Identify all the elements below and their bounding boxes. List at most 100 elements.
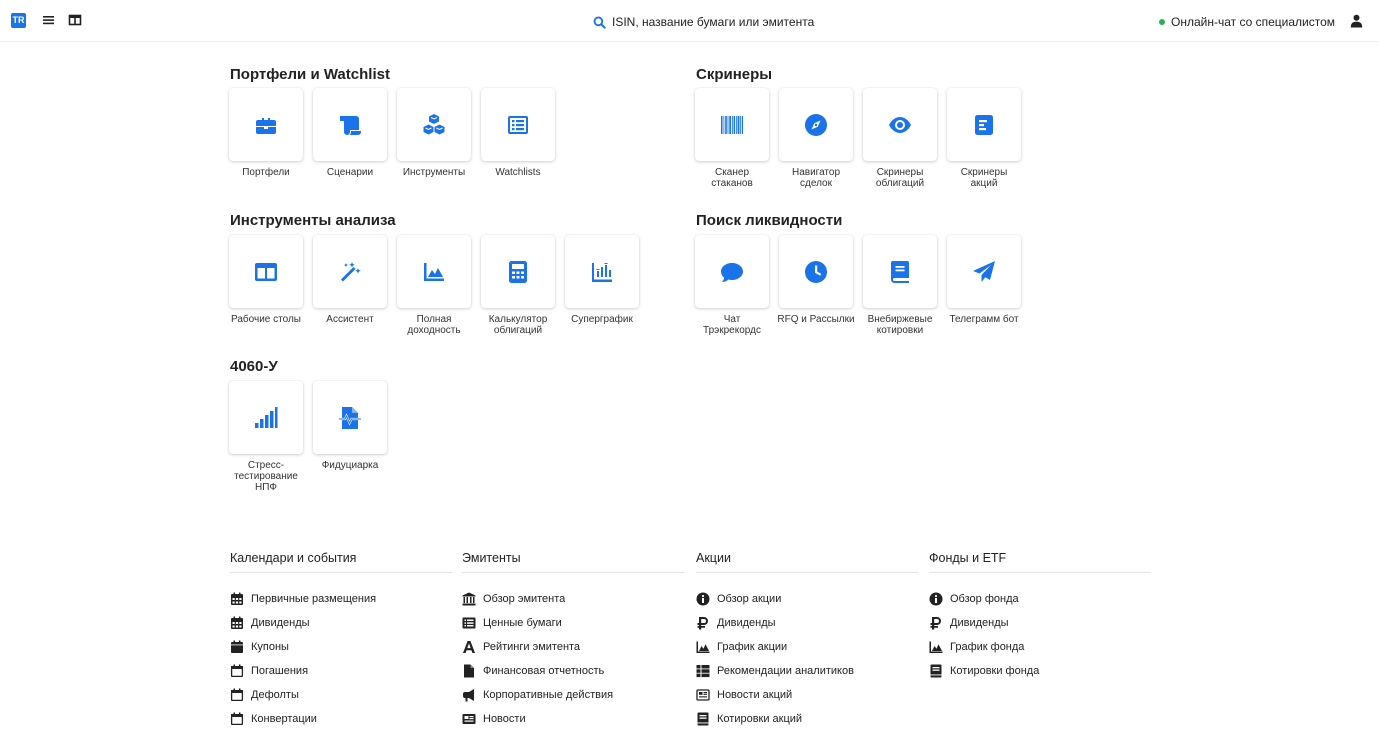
link-news[interactable]: Новости [462,707,684,729]
tile-portfolios[interactable]: Портфели [224,88,308,178]
tile-trackrecords-chat-box[interactable] [695,235,769,308]
book-icon [696,712,710,726]
tile-assistant-box[interactable] [313,235,387,308]
link-label: Рейтинги эмитента [483,641,581,653]
tile-telegram-bot[interactable]: Телеграмм бот [942,235,1026,325]
link-stock-quotes[interactable]: Котировки акций [696,707,918,729]
link-label: Дивиденды [950,617,1009,629]
tile-instruments-box[interactable] [397,88,471,161]
link-label: Новости [483,713,526,725]
tile-stress-testing-box[interactable] [229,381,303,454]
tile-deal-navigator[interactable]: Навигатор сделок [774,88,858,189]
search-placeholder: ISIN, название бумаги или эмитента [612,15,815,29]
tile-portfolios-box[interactable] [229,88,303,161]
link-dividends-calendar[interactable]: Дивиденды [230,611,452,635]
tile-bond-calculator[interactable]: Калькулятор облигаций [476,235,560,336]
tile-fiduciary[interactable]: Фидуциарка [308,381,392,471]
tile-instruments[interactable]: Инструменты [392,88,476,178]
paper-plane-icon [972,260,996,284]
link-coupons[interactable]: Купоны [230,635,452,659]
tile-workspaces-box[interactable] [229,235,303,308]
link-label: Ценные бумаги [483,617,562,629]
tile-otc-quotes-box[interactable] [863,235,937,308]
link-fund-quotes[interactable]: Котировки фонда [929,659,1151,683]
online-chat-link[interactable]: Онлайн-чат со специалистом [1158,15,1335,29]
tile-label: Ассистент [326,314,374,325]
file-medical-icon [338,406,362,430]
tile-supergraph[interactable]: Суперграфик [560,235,644,325]
area-chart-icon [929,640,943,654]
tile-workspaces[interactable]: Рабочие столы [224,235,308,325]
link-fund-chart[interactable]: График фонда [929,635,1151,659]
tile-orderbook-scanner[interactable]: Сканер стаканов [690,88,774,189]
tile-watchlists[interactable]: Watchlists [476,88,560,178]
link-conversions[interactable]: Конвертации [230,707,452,729]
tile-label: Фидуциарка [321,460,379,471]
comment-icon [720,260,744,284]
user-icon[interactable] [1350,14,1363,28]
tile-label: Стресс- тестирование НПФ [234,460,298,493]
link-corporate-actions[interactable]: Корпоративные действия [462,683,684,707]
link-label: Конвертации [251,713,317,725]
columns-layout-icon[interactable] [68,13,82,27]
link-primary-placements[interactable]: Первичные размещения [230,587,452,611]
tile-orderbook-scanner-box[interactable] [695,88,769,161]
cubes-icon [422,113,446,137]
tile-scenarios[interactable]: Сценарии [308,88,392,178]
tile-bond-screeners-box[interactable] [863,88,937,161]
search-input[interactable]: ISIN, название бумаги или эмитента [593,14,814,30]
tile-rfq[interactable]: RFQ и Рассылки [774,235,858,325]
tile-stock-screeners-box[interactable] [947,88,1021,161]
tile-supergraph-box[interactable] [565,235,639,308]
link-securities[interactable]: Ценные бумаги [462,611,684,635]
tile-rfq-box[interactable] [779,235,853,308]
footer-column-calendars: Календари и события Первичные размещения… [230,551,452,729]
tile-stock-screeners[interactable]: Скринеры акций [942,88,1026,189]
column-heading: Акции [696,551,918,573]
tile-label: Скринеры облигаций [875,167,925,189]
tile-bond-calculator-box[interactable] [481,235,555,308]
tile-telegram-bot-box[interactable] [947,235,1021,308]
book-icon [929,664,943,678]
ruble-icon [696,616,710,630]
top-bar: TR ISIN, название бумаги или эмитента Он… [0,0,1379,42]
link-label: Обзор фонда [950,593,1019,605]
tile-label: RFQ и Рассылки [777,314,855,325]
tile-trackrecords-chat[interactable]: Чат Трэкрекордс [690,235,774,336]
tile-stress-testing[interactable]: Стресс- тестирование НПФ [224,381,308,493]
tile-label: Суперграфик [571,314,633,325]
link-stock-chart[interactable]: График акции [696,635,918,659]
logo[interactable]: TR [11,13,26,28]
tile-bond-screeners[interactable]: Скринеры облигаций [858,88,942,189]
tile-scenarios-box[interactable] [313,88,387,161]
book-icon [888,260,912,284]
online-status-dot [1158,19,1165,25]
link-fund-dividends[interactable]: Дивиденды [929,611,1151,635]
link-stock-overview[interactable]: Обзор акции [696,587,918,611]
link-redemptions[interactable]: Погашения [230,659,452,683]
columns-icon [254,260,278,284]
tile-label: Watchlists [495,167,541,178]
tile-label: Чат Трэкрекордс [703,314,761,336]
menu-icon[interactable] [42,13,56,27]
tile-deal-navigator-box[interactable] [779,88,853,161]
link-stock-news[interactable]: Новости акций [696,683,918,707]
tile-fiduciary-box[interactable] [313,381,387,454]
link-label: Купоны [251,641,289,653]
tile-total-return[interactable]: Полная доходность [392,235,476,336]
link-fund-overview[interactable]: Обзор фонда [929,587,1151,611]
calendar-outline-icon [230,712,244,726]
tile-watchlists-box[interactable] [481,88,555,161]
link-defaults[interactable]: Дефолты [230,683,452,707]
link-financial-statements[interactable]: Финансовая отчетность [462,659,684,683]
link-issuer-ratings[interactable]: Рейтинги эмитента [462,635,684,659]
link-analyst-recommendations[interactable]: Рекомендации аналитиков [696,659,918,683]
link-stock-dividends[interactable]: Дивиденды [696,611,918,635]
column-heading: Эмитенты [462,551,684,573]
eye-icon [888,113,912,137]
tile-total-return-box[interactable] [397,235,471,308]
tile-label: Внебиржевые котировки [867,314,933,336]
tile-assistant[interactable]: Ассистент [308,235,392,325]
link-issuer-overview[interactable]: Обзор эмитента [462,587,684,611]
tile-otc-quotes[interactable]: Внебиржевые котировки [858,235,942,336]
